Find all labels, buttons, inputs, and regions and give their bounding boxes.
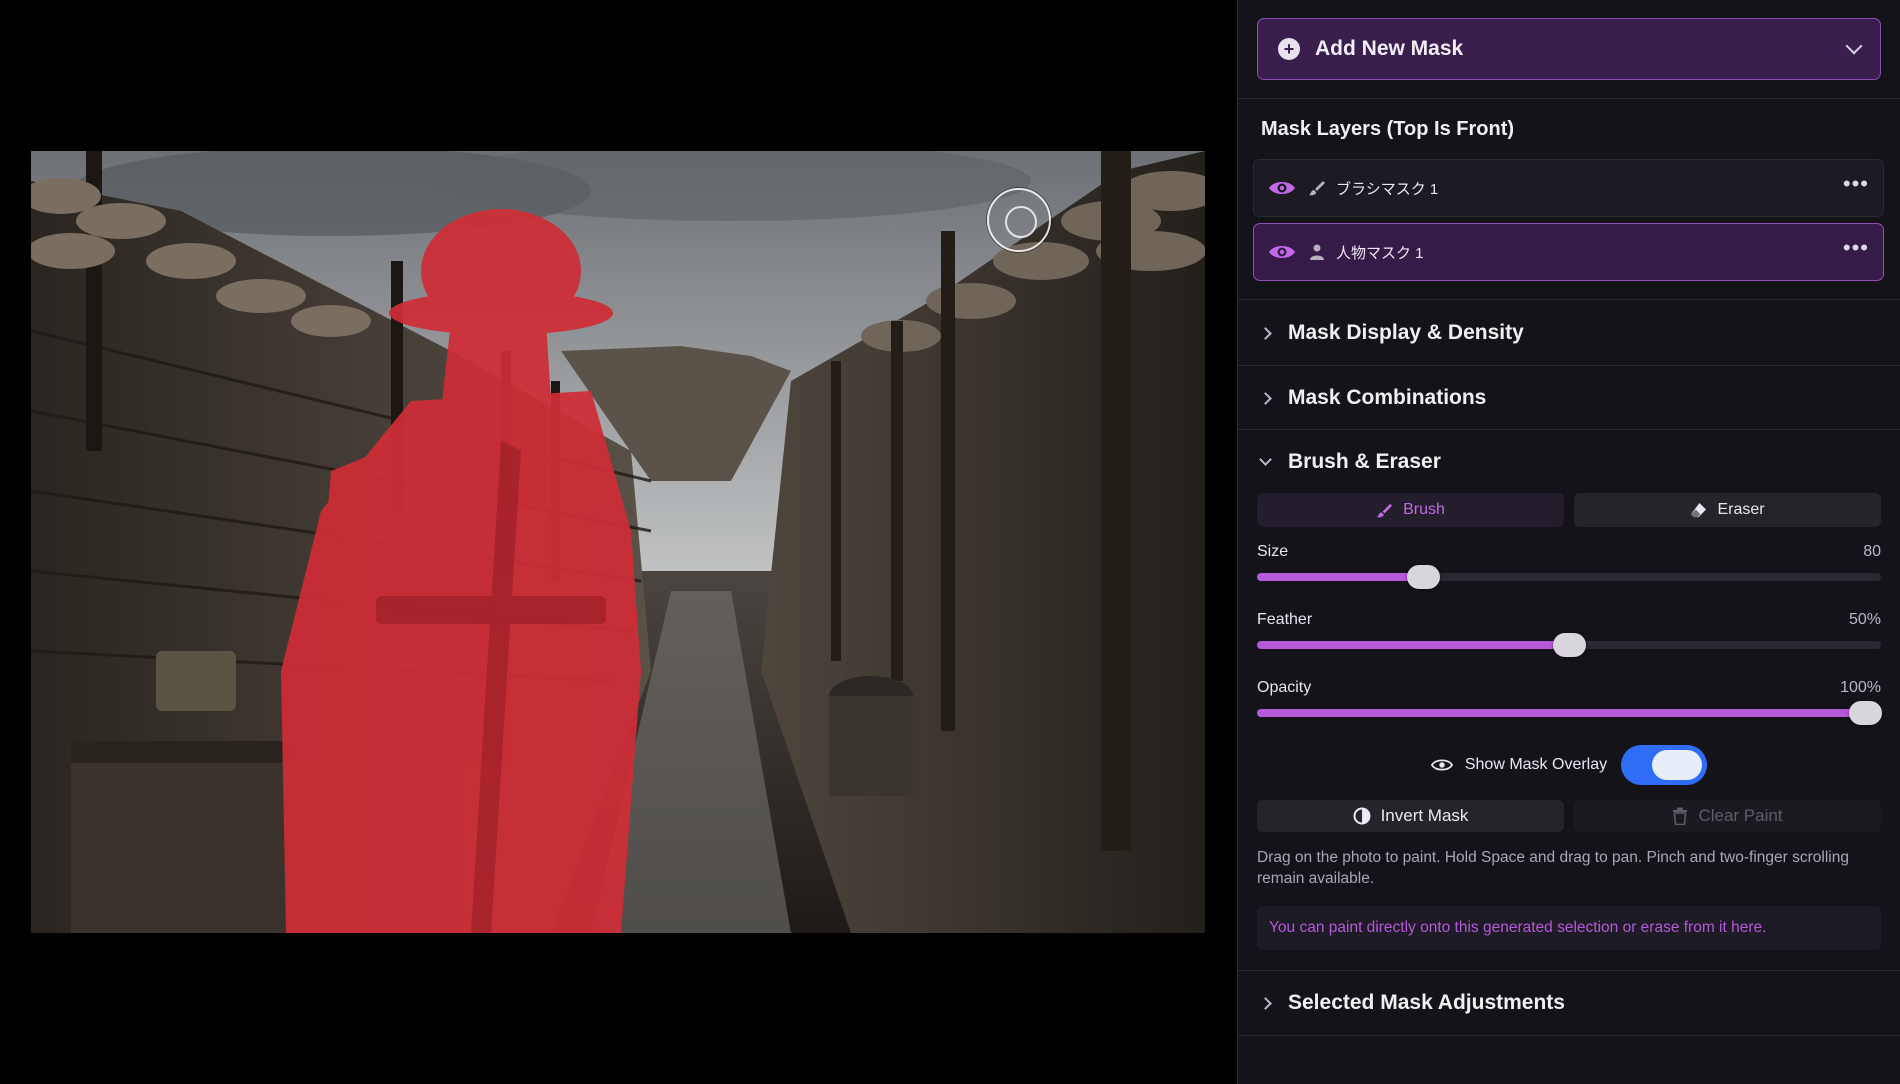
brush-tool-button[interactable]: Brush [1257, 493, 1564, 527]
opacity-slider[interactable] [1257, 701, 1883, 725]
brush-icon [1377, 503, 1393, 517]
mask-layer-person[interactable]: 人物マスク 1 ••• [1253, 223, 1884, 281]
divider [1238, 299, 1900, 300]
invert-mask-button[interactable]: Invert Mask [1257, 800, 1564, 832]
size-label: Size [1257, 543, 1289, 560]
add-new-mask-button[interactable]: + Add New Mask [1257, 18, 1881, 80]
plus-circle-icon: + [1278, 38, 1300, 60]
section-label: Selected Mask Adjustments [1288, 991, 1565, 1014]
opacity-label: Opacity [1257, 679, 1312, 696]
canvas-area[interactable] [0, 0, 1237, 1084]
clear-paint-label: Clear Paint [1698, 806, 1783, 825]
eye-icon [1430, 759, 1453, 771]
mask-layers-title: Mask Layers (Top Is Front) [1261, 118, 1515, 140]
contrast-icon [1353, 807, 1371, 825]
mask-layer-name: ブラシマスク 1 [1336, 180, 1439, 198]
section-mask-combinations[interactable]: Mask Combinations [1238, 366, 1900, 430]
eraser-tool-button[interactable]: Eraser [1574, 493, 1881, 527]
opacity-slider-handle[interactable] [1849, 701, 1883, 725]
show-mask-overlay-label: Show Mask Overlay [1464, 756, 1608, 773]
opacity-slider-row: Opacity 100% [1257, 679, 1883, 725]
toggle-thumb [1652, 750, 1703, 780]
eye-icon[interactable] [1268, 243, 1296, 261]
chevron-down-icon [1259, 452, 1272, 466]
paint-hint-text: Drag on the photo to paint. Hold Space a… [1257, 849, 1849, 887]
feather-value: 50% [1848, 611, 1881, 628]
section-mask-display-density[interactable]: Mask Display & Density [1238, 301, 1900, 365]
opacity-value: 100% [1840, 679, 1881, 696]
paint-notice: You can paint directly onto this generat… [1257, 906, 1881, 950]
eraser-tool-label: Eraser [1717, 501, 1765, 518]
eye-icon[interactable] [1268, 179, 1296, 197]
mask-layer-brush[interactable]: ブラシマスク 1 ••• [1253, 159, 1884, 217]
photo-preview[interactable] [31, 151, 1205, 933]
size-slider-fill [1257, 573, 1423, 581]
divider [1238, 1035, 1900, 1036]
size-slider[interactable] [1257, 565, 1881, 589]
mask-layer-name: 人物マスク 1 [1336, 244, 1424, 262]
size-slider-row: Size 80 [1257, 543, 1881, 589]
brush-cursor [987, 188, 1051, 252]
add-new-mask-label: Add New Mask [1315, 37, 1464, 60]
section-label: Brush & Eraser [1288, 450, 1441, 473]
feather-slider-fill [1257, 641, 1569, 649]
more-options-icon[interactable]: ••• [1843, 237, 1869, 259]
brush-icon [1309, 181, 1325, 196]
show-mask-overlay-row: Show Mask Overlay [1238, 745, 1900, 785]
trash-icon [1673, 807, 1688, 825]
brush-tool-label: Brush [1403, 501, 1445, 518]
feather-slider-row: Feather 50% [1257, 611, 1881, 657]
feather-slider-handle[interactable] [1553, 633, 1586, 657]
section-label: Mask Combinations [1288, 386, 1487, 409]
feather-slider[interactable] [1257, 633, 1881, 657]
section-brush-eraser[interactable]: Brush & Eraser [1238, 430, 1900, 494]
section-selected-mask-adjustments[interactable]: Selected Mask Adjustments [1238, 971, 1900, 1035]
chevron-right-icon [1259, 996, 1272, 1010]
size-slider-handle[interactable] [1406, 565, 1440, 589]
person-icon [1310, 244, 1324, 260]
chevron-right-icon [1259, 326, 1272, 340]
trench-photo [31, 151, 1205, 933]
size-value: 80 [1863, 543, 1881, 560]
invert-mask-label: Invert Mask [1380, 806, 1469, 825]
opacity-slider-fill [1257, 709, 1866, 717]
clear-paint-button[interactable]: Clear Paint [1574, 800, 1881, 832]
eraser-icon [1691, 502, 1707, 517]
chevron-down-icon [1845, 37, 1863, 55]
divider [1238, 98, 1900, 99]
show-mask-overlay-toggle[interactable] [1621, 745, 1708, 785]
section-label: Mask Display & Density [1288, 321, 1524, 344]
mask-panel: + Add New Mask Mask Layers (Top Is Front… [1237, 0, 1900, 1084]
chevron-right-icon [1259, 391, 1272, 405]
feather-label: Feather [1257, 611, 1313, 628]
more-options-icon[interactable]: ••• [1843, 173, 1869, 195]
